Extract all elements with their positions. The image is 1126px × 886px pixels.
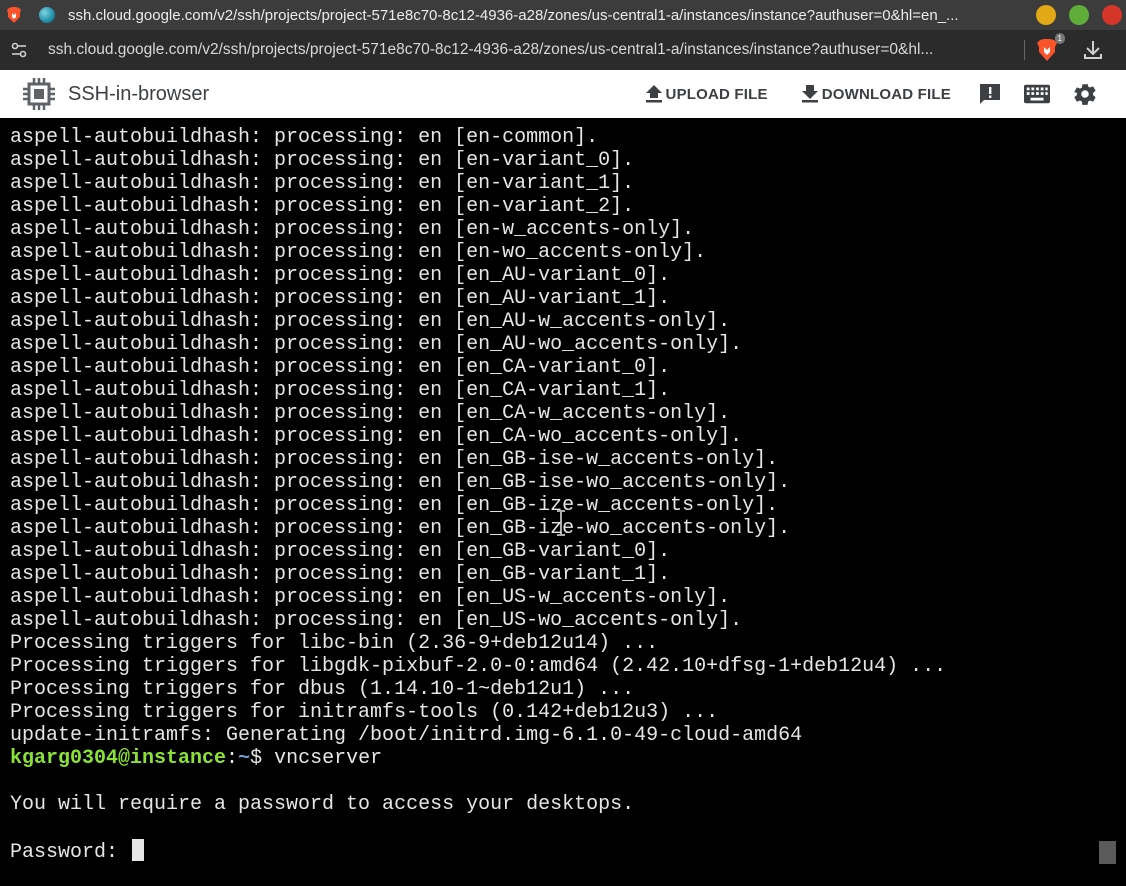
- keyboard-button[interactable]: [1024, 81, 1050, 107]
- terminal-line: aspell-autobuildhash: processing: en [en…: [10, 471, 791, 494]
- terminal-line: aspell-autobuildhash: processing: en [en…: [10, 402, 731, 425]
- terminal-line: Processing triggers for initramfs-tools …: [10, 701, 719, 724]
- downloads-icon[interactable]: [1083, 39, 1103, 61]
- shell-prompt-line: kgarg0304@instance:~$ vncserver: [0, 747, 1126, 770]
- terminal-output[interactable]: aspell-autobuildhash: processing: en [en…: [0, 118, 1126, 886]
- terminal-line: aspell-autobuildhash: processing: en [en…: [10, 172, 635, 195]
- terminal-line: aspell-autobuildhash: processing: en [en…: [10, 310, 731, 333]
- close-button[interactable]: [1102, 5, 1122, 25]
- address-bar-divider: [1024, 40, 1025, 60]
- minimize-button[interactable]: [1036, 5, 1056, 25]
- download-file-button[interactable]: DOWNLOAD FILE: [800, 84, 951, 104]
- shields-count-badge: 1: [1054, 33, 1065, 44]
- app-title: SSH-in-browser: [68, 82, 210, 105]
- terminal-line: aspell-autobuildhash: processing: en [en…: [10, 195, 635, 218]
- gear-icon: [1074, 83, 1096, 105]
- brave-logo-icon: [7, 7, 21, 23]
- terminal-line: aspell-autobuildhash: processing: en [en…: [10, 264, 671, 287]
- text-cursor-icon: [557, 510, 565, 536]
- password-requirement-message: You will require a password to access yo…: [10, 793, 635, 816]
- brave-shield-icon: [1037, 39, 1057, 61]
- terminal-line: aspell-autobuildhash: processing: en [en…: [10, 241, 707, 264]
- ssh-app-header: SSH-in-browser UPLOAD FILE DOWNLOAD FILE: [0, 70, 1126, 119]
- browser-title-bar: ssh.cloud.google.com/v2/ssh/projects/pro…: [0, 0, 1126, 30]
- prompt-path: ~: [238, 747, 251, 770]
- upload-icon: [645, 85, 662, 103]
- terminal-line: aspell-autobuildhash: processing: en [en…: [10, 563, 671, 586]
- feedback-icon: [980, 84, 1000, 104]
- url-field[interactable]: ssh.cloud.google.com/v2/ssh/projects/pro…: [48, 41, 1018, 59]
- maximize-button[interactable]: [1069, 5, 1089, 25]
- terminal-line: update-initramfs: Generating /boot/initr…: [10, 724, 803, 747]
- prompt-separator: :: [226, 747, 239, 770]
- terminal-cursor: [132, 839, 145, 861]
- brave-shields-button[interactable]: 1: [1037, 33, 1065, 61]
- terminal-scrollbar-thumb[interactable]: [1099, 841, 1116, 864]
- terminal-line: aspell-autobuildhash: processing: en [en…: [10, 287, 671, 310]
- prompt-user: kgarg0304@instance: [10, 747, 227, 770]
- upload-file-label: UPLOAD FILE: [665, 85, 768, 103]
- terminal-line: aspell-autobuildhash: processing: en [en…: [10, 333, 743, 356]
- terminal-line: aspell-autobuildhash: processing: en [en…: [10, 379, 671, 402]
- prompt-command: vncserver: [274, 747, 383, 770]
- window-controls: [1036, 5, 1122, 25]
- site-settings-icon[interactable]: [9, 40, 29, 60]
- address-bar: ssh.cloud.google.com/v2/ssh/projects/pro…: [0, 30, 1126, 70]
- settings-button[interactable]: [1072, 81, 1098, 107]
- terminal-line: aspell-autobuildhash: processing: en [en…: [10, 425, 743, 448]
- keyboard-icon: [1024, 84, 1050, 104]
- prompt-symbol: $: [250, 747, 275, 770]
- terminal-line: Processing triggers for dbus (1.14.10-1~…: [10, 678, 635, 701]
- upload-file-button[interactable]: UPLOAD FILE: [644, 84, 768, 104]
- terminal-line: Processing triggers for libgdk-pixbuf-2.…: [10, 655, 947, 678]
- password-input-line[interactable]: Password:: [0, 839, 1126, 864]
- download-file-label: DOWNLOAD FILE: [821, 85, 951, 103]
- terminal-line: aspell-autobuildhash: processing: en [en…: [10, 126, 599, 149]
- terminal-line: aspell-autobuildhash: processing: en [en…: [10, 356, 671, 379]
- feedback-button[interactable]: [977, 81, 1003, 107]
- terminal-line: aspell-autobuildhash: processing: en [en…: [10, 609, 743, 632]
- tab-title[interactable]: ssh.cloud.google.com/v2/ssh/projects/pro…: [68, 7, 1028, 24]
- terminal-line: Processing triggers for libc-bin (2.36-9…: [10, 632, 659, 655]
- terminal-line: aspell-autobuildhash: processing: en [en…: [10, 149, 635, 172]
- terminal-line: aspell-autobuildhash: processing: en [en…: [10, 586, 731, 609]
- terminal-line: aspell-autobuildhash: processing: en [en…: [10, 448, 779, 471]
- download-icon: [801, 85, 818, 103]
- tab-favicon-icon: [39, 7, 55, 23]
- terminal-line: aspell-autobuildhash: processing: en [en…: [10, 540, 671, 563]
- terminal-line: aspell-autobuildhash: processing: en [en…: [10, 218, 695, 241]
- compute-engine-chip-icon: [23, 78, 55, 110]
- password-prompt-label: Password:: [10, 841, 131, 864]
